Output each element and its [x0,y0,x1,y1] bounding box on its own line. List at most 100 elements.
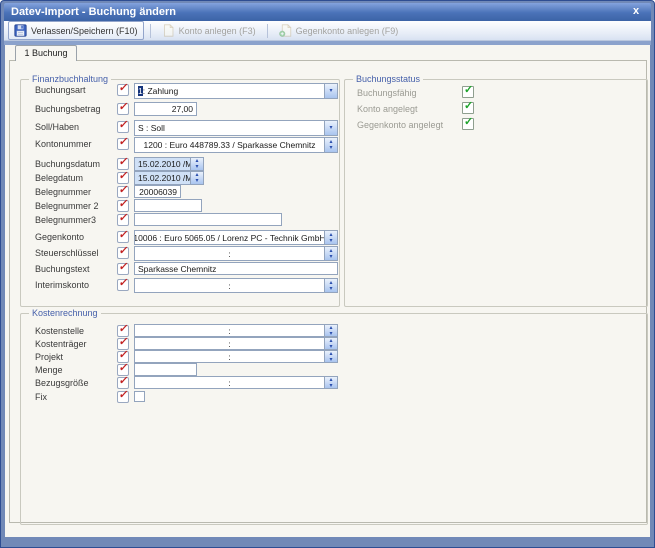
apply-checkbox[interactable]: ✓ [117,231,129,243]
apply-checkbox[interactable]: ✓ [117,247,129,259]
bezugsgroesse-value: : [135,377,324,388]
buchungsdatum-value: 15.02.2010 /Mo [135,158,190,170]
apply-checkbox[interactable]: ✓ [117,103,129,115]
apply-checkbox[interactable]: ✓ [117,279,129,291]
kontonummer-spinner[interactable]: 1200 : Euro 448789.33 / Sparkasse Chemni… [134,137,338,153]
create-account-label: Konto anlegen (F3) [179,26,256,36]
belegnummer2-label: Belegnummer 2 [35,201,99,211]
belegnummer3-input[interactable] [134,213,282,226]
dropdown-arrow-icon[interactable]: ▾ [324,84,337,98]
projekt-value: : [135,351,324,362]
green-check-icon: ✓ [464,116,473,128]
interimskonto-spinner[interactable]: : ▴▾ [134,278,338,293]
apply-checkbox[interactable]: ✓ [117,121,129,133]
green-check-icon: ✓ [464,84,473,96]
apply-checkbox[interactable]: ✓ [117,172,129,184]
menge-label: Menge [35,365,63,375]
red-check-icon: ✓ [118,184,129,196]
apply-checkbox[interactable]: ✓ [117,84,129,96]
kontonummer-label: Kontonummer [35,139,92,149]
apply-checkbox[interactable]: ✓ [117,186,129,198]
buchungstext-input[interactable] [134,262,338,275]
steuerschluessel-value: : [135,247,324,260]
apply-checkbox[interactable]: ✓ [117,391,129,403]
spinner-updown-icon[interactable]: ▴▾ [324,138,337,152]
apply-checkbox[interactable]: ✓ [117,214,129,226]
spinner-updown-icon[interactable]: ▴▾ [324,231,337,244]
kostenstelle-spinner[interactable]: : ▴▾ [134,324,338,337]
projekt-spinner[interactable]: : ▴▾ [134,350,338,363]
toolbar: Verlassen/Speichern (F10) Konto anlegen … [4,21,651,41]
kontonummer-value: 1200 : Euro 448789.33 / Sparkasse Chemni… [135,138,324,152]
belegnummer2-input[interactable] [134,199,202,212]
gegenkonto-angelegt-checkbox[interactable]: ✓ [462,118,474,130]
group-buchungsstatus: Buchungsstatus Buchungsfähig ✓ Konto ang… [344,79,648,307]
spinner-updown-icon[interactable]: ▴▾ [190,158,203,170]
apply-checkbox[interactable]: ✓ [117,138,129,150]
sollhaben-dropdown[interactable]: S : Soll ▾ [134,120,338,136]
belegdatum-label: Belegdatum [35,173,83,183]
apply-checkbox[interactable]: ✓ [117,158,129,170]
spinner-updown-icon[interactable]: ▴▾ [324,247,337,260]
buchungstext-label: Buchungstext [35,264,90,274]
apply-checkbox[interactable]: ✓ [117,200,129,212]
toolbar-separator [150,24,151,38]
buchungsart-label: Buchungsart [35,85,86,95]
buchungsbetrag-input[interactable] [134,102,197,116]
red-check-icon: ✓ [118,245,129,257]
buchungsbetrag-label: Buchungsbetrag [35,104,101,114]
projekt-label: Projekt [35,352,63,362]
create-account-button[interactable]: Konto anlegen (F3) [157,22,261,39]
apply-checkbox[interactable]: ✓ [117,263,129,275]
buchungsart-dropdown[interactable]: 1 : Zahlung ▾ [134,83,338,99]
red-check-icon: ✓ [118,261,129,273]
belegdatum-spinner[interactable]: 15.02.2010 /Mo ▴▾ [134,171,204,185]
bezugsgroesse-spinner[interactable]: : ▴▾ [134,376,338,389]
spinner-updown-icon[interactable]: ▴▾ [324,325,337,336]
buchungsfaehig-checkbox[interactable]: ✓ [462,86,474,98]
dropdown-arrow-icon[interactable]: ▾ [324,121,337,135]
buchungsart-value: 1 : Zahlung [135,84,324,98]
gegenkonto-label: Gegenkonto [35,232,84,242]
red-check-icon: ✓ [118,389,129,401]
title-bar: Datev-Import - Buchung ändern x [4,3,651,21]
create-contra-account-button[interactable]: Gegenkonto anlegen (F9) [274,22,404,39]
fix-label: Fix [35,392,47,402]
red-check-icon: ✓ [118,336,129,348]
gegenkonto-value: 10006 : Euro 5065.05 / Lorenz PC - Techn… [135,231,324,244]
spinner-updown-icon[interactable]: ▴▾ [324,351,337,362]
save-exit-label: Verlassen/Speichern (F10) [31,26,138,36]
steuerschluessel-label: Steuerschlüssel [35,248,99,258]
close-button[interactable]: x [629,3,643,21]
steuerschluessel-spinner[interactable]: : ▴▾ [134,246,338,261]
belegdatum-value: 15.02.2010 /Mo [135,172,190,184]
menge-input[interactable] [134,363,197,376]
new-account-page-icon [162,24,175,37]
red-check-icon: ✓ [118,277,129,289]
buchungsfaehig-label: Buchungsfähig [357,88,417,98]
kostentraeger-spinner[interactable]: : ▴▾ [134,337,338,350]
spinner-updown-icon[interactable]: ▴▾ [324,377,337,388]
spinner-updown-icon[interactable]: ▴▾ [190,172,203,184]
konto-angelegt-checkbox[interactable]: ✓ [462,102,474,114]
fix-checkbox[interactable] [134,391,145,402]
apply-checkbox[interactable]: ✓ [117,377,129,389]
interimskonto-label: Interimskonto [35,280,89,290]
red-check-icon: ✓ [118,323,129,335]
buchungsdatum-spinner[interactable]: 15.02.2010 /Mo ▴▾ [134,157,204,171]
interimskonto-value: : [135,279,324,292]
red-check-icon: ✓ [118,101,129,113]
spinner-updown-icon[interactable]: ▴▾ [324,279,337,292]
group-title: Buchungsstatus [353,73,423,85]
save-exit-button[interactable]: Verlassen/Speichern (F10) [8,21,144,40]
gegenkonto-spinner[interactable]: 10006 : Euro 5065.05 / Lorenz PC - Techn… [134,230,338,245]
save-icon [14,24,27,37]
group-title: Finanzbuchhaltung [29,73,111,85]
dialog-content: 1 Buchung Finanzbuchhaltung Buchungsart … [5,45,650,537]
red-check-icon: ✓ [118,82,129,94]
tab-buchung[interactable]: 1 Buchung [15,45,77,61]
toolbar-separator [267,24,268,38]
belegnummer-input[interactable] [134,185,181,198]
green-check-icon: ✓ [464,100,473,112]
spinner-updown-icon[interactable]: ▴▾ [324,338,337,349]
